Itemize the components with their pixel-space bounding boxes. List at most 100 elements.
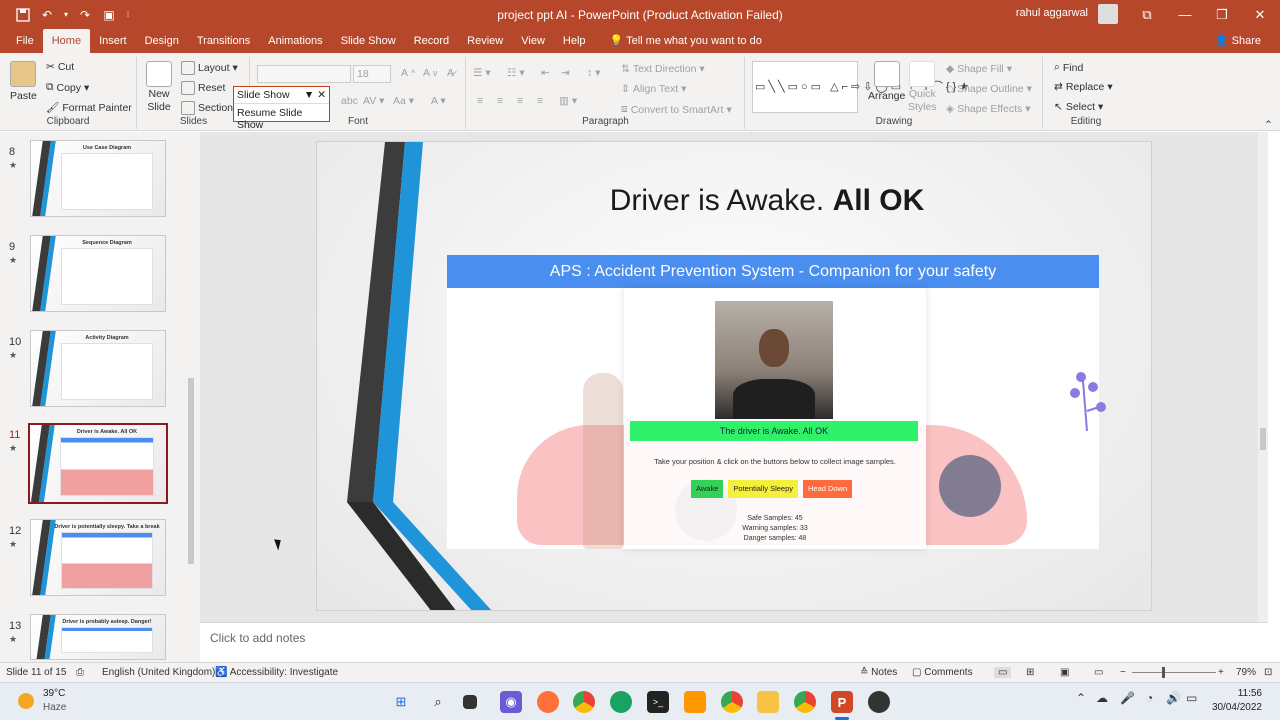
chrome-icon-2[interactable] (721, 691, 743, 713)
tab-review[interactable]: Review (458, 29, 512, 53)
tab-insert[interactable]: Insert (90, 29, 136, 53)
customize-qat-icon[interactable]: ⁝ (124, 6, 132, 24)
notes-pane[interactable]: Click to add notes (200, 622, 1268, 662)
microphone-icon[interactable]: 🎤 (1120, 691, 1135, 705)
shape-outline-button[interactable]: ◇ Shape Outline ▾ (946, 83, 1032, 95)
avatar[interactable] (1098, 4, 1118, 24)
battery-icon[interactable]: ▭ (1186, 691, 1197, 705)
thumbnails-scroll-thumb[interactable] (188, 378, 194, 564)
terminal-icon[interactable]: >_ (647, 691, 669, 713)
powerpoint-icon[interactable]: P (831, 691, 853, 713)
presentation-icon[interactable]: ▣ (100, 6, 118, 24)
convert-smartart-button[interactable]: ⧈ Convert to SmartArt ▾ (621, 103, 732, 116)
clock-time[interactable]: 11:56 (1214, 688, 1262, 699)
slide-sorter-icon[interactable]: ⊞ (1026, 667, 1034, 678)
zoom-in-icon[interactable]: + (1218, 667, 1224, 678)
bullets-icon[interactable]: ☰ ▾ (473, 67, 491, 79)
sublime-text-icon[interactable] (684, 691, 706, 713)
search-icon[interactable]: ⌕ (427, 691, 449, 713)
fit-to-window-icon[interactable]: ⊡ (1264, 667, 1272, 678)
potentially-sleepy-button[interactable]: Potentially Sleepy (728, 480, 799, 498)
collapse-ribbon-icon[interactable]: ⌃ (1264, 119, 1273, 131)
char-spacing-icon[interactable]: AV ▾ (363, 95, 384, 107)
zoom-slider-thumb[interactable] (1162, 667, 1165, 678)
onedrive-icon[interactable]: ☁ (1096, 691, 1108, 705)
cut-button[interactable]: ✂ Cut (46, 61, 74, 73)
tab-home[interactable]: Home (42, 29, 91, 53)
arrange-button[interactable]: Arrange (868, 61, 905, 102)
line-spacing-icon[interactable]: ↕ ▾ (587, 67, 600, 79)
accessibility-button[interactable]: ♿ Accessibility: Investigate (215, 667, 338, 678)
new-slide-button[interactable]: New Slide (146, 61, 172, 113)
decrease-font-icon[interactable]: Av (423, 67, 437, 79)
weather-temp[interactable]: 39°C (43, 688, 65, 699)
change-case-icon[interactable]: Aa ▾ (393, 95, 414, 107)
find-button[interactable]: ⌕ Find (1054, 61, 1083, 74)
decrease-indent-icon[interactable]: ⇤ (541, 67, 550, 79)
undo-icon[interactable]: ↶ (38, 6, 56, 24)
head-down-button[interactable]: Head Down (803, 480, 853, 498)
weather-condition[interactable]: Haze (43, 702, 66, 713)
user-name[interactable]: rahul aggarwal (1016, 7, 1088, 19)
weather-sun-icon[interactable] (18, 693, 34, 709)
zoom-level[interactable]: 79% (1236, 667, 1256, 678)
slide-11[interactable]: Driver is Awake. All OK APS : Accident P… (316, 141, 1152, 611)
tab-file[interactable]: File (7, 29, 43, 53)
task-view-icon[interactable] (463, 695, 477, 709)
clear-formatting-icon[interactable]: A̷ (447, 67, 454, 79)
quick-styles-button[interactable]: Quick Styles (908, 61, 937, 113)
replace-button[interactable]: ⇄ Replace ▾ (1054, 81, 1113, 93)
tab-slide-show[interactable]: Slide Show (332, 29, 405, 53)
font-size-box[interactable]: 18 (353, 65, 391, 83)
share-button[interactable]: 👤 Share (1206, 29, 1270, 53)
file-explorer-icon[interactable] (757, 691, 779, 713)
tab-transitions[interactable]: Transitions (188, 29, 259, 53)
normal-view-icon[interactable]: ▭ (994, 667, 1012, 678)
comments-button[interactable]: ▢ Comments (912, 667, 973, 678)
paste-button[interactable]: Paste (10, 61, 37, 102)
firefox-icon[interactable] (537, 691, 559, 713)
columns-icon[interactable]: ▥ ▾ (559, 95, 577, 107)
tab-animations[interactable]: Animations (259, 29, 331, 53)
tab-help[interactable]: Help (554, 29, 595, 53)
zoom-slider[interactable] (1132, 672, 1216, 673)
tab-view[interactable]: View (512, 29, 554, 53)
volume-icon[interactable]: 🔊 (1166, 691, 1181, 705)
close-icon[interactable]: ✕ (1241, 0, 1279, 29)
minimize-icon[interactable]: — (1166, 0, 1204, 29)
redo-icon[interactable]: ↷ (76, 6, 94, 24)
align-left-icon[interactable]: ≡ (477, 95, 483, 107)
canvas-scroll-thumb[interactable] (1260, 428, 1266, 450)
shapes-gallery[interactable]: ▭╲╲▭○▭ △⌐⇨⇩◯▭ ⌐↰⌒{}★ (752, 61, 969, 113)
teams-chat-icon[interactable]: ◉ (500, 691, 522, 713)
language-indicator[interactable]: English (United Kingdom) (102, 667, 215, 678)
chrome-icon[interactable] (573, 691, 595, 713)
app-screenshot[interactable]: APS : Accident Prevention System - Compa… (447, 255, 1106, 549)
layout-button[interactable]: Layout ▾ (181, 61, 238, 75)
align-right-icon[interactable]: ≡ (517, 95, 523, 107)
thumbnails-scrollbar[interactable] (186, 132, 196, 662)
justify-icon[interactable]: ≡ (537, 95, 543, 107)
shape-fill-button[interactable]: ◆ Shape Fill ▾ (946, 63, 1012, 75)
canvas-scrollbar[interactable] (1258, 132, 1268, 622)
undo-dropdown-icon[interactable]: ▾ (62, 6, 70, 24)
restore-icon[interactable]: ❐ (1203, 0, 1241, 29)
align-text-button[interactable]: ⇕ Align Text ▾ (621, 83, 686, 95)
numbering-icon[interactable]: ☷ ▾ (507, 67, 525, 79)
strikethrough-icon[interactable]: abc (341, 95, 358, 107)
wifi-icon[interactable]: ◔ (1146, 691, 1153, 705)
resume-slideshow-item[interactable]: Resume Slide Show (234, 103, 329, 133)
clock-date[interactable]: 30/04/2022 (1206, 702, 1262, 713)
zoom-out-icon[interactable]: − (1120, 667, 1126, 678)
tab-record[interactable]: Record (405, 29, 458, 53)
windows-start-icon[interactable]: ⊞ (390, 691, 412, 713)
increase-font-icon[interactable]: A ^ (401, 67, 415, 79)
notes-button[interactable]: ≙ Notes (860, 667, 897, 678)
reset-button[interactable]: Reset (181, 81, 225, 95)
font-name-box[interactable] (257, 65, 351, 83)
chrome-icon-3[interactable] (794, 691, 816, 713)
spelling-icon[interactable]: ⎙ (76, 667, 84, 678)
reading-view-icon[interactable]: ▣ (1060, 667, 1069, 678)
format-painter-button[interactable]: 🖌 Format Painter (46, 101, 132, 115)
awake-button[interactable]: Awake (691, 480, 724, 498)
